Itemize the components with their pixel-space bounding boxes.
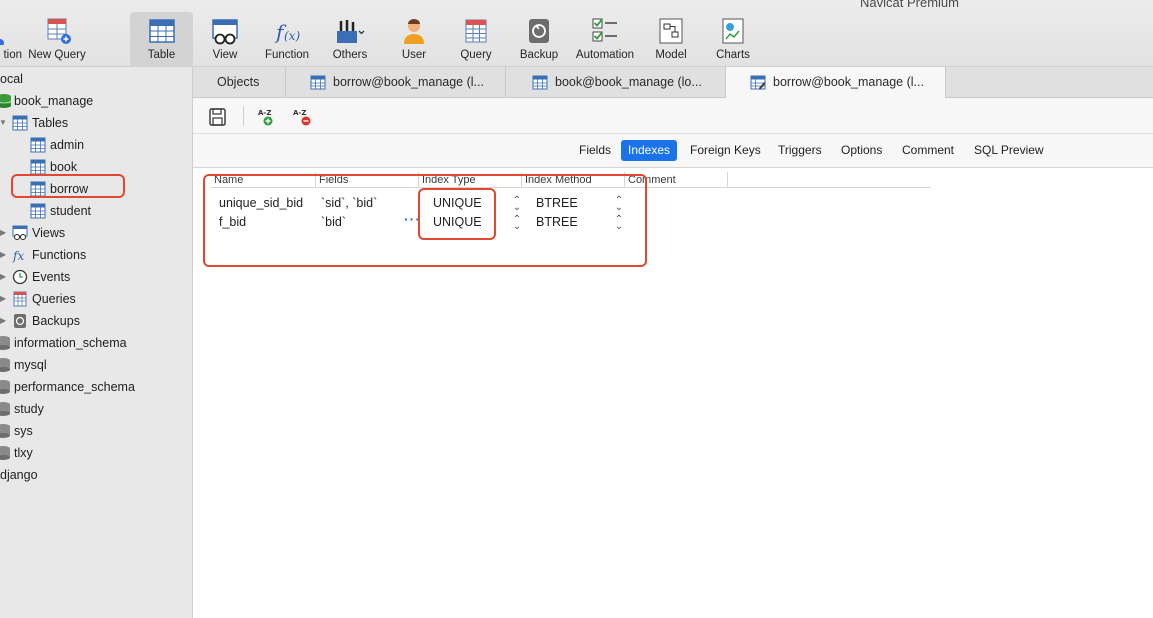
query-icon bbox=[465, 19, 487, 43]
main-toolbar: Navicat Premium tion New Query Table Vie… bbox=[0, 0, 1153, 67]
disclosure-closed-icon[interactable]: ▶ bbox=[0, 244, 6, 266]
svg-text:fx: fx bbox=[12, 249, 24, 263]
toolbar-connection-button[interactable]: tion bbox=[0, 12, 22, 67]
database-icon bbox=[0, 446, 10, 460]
highlight-index-type bbox=[418, 188, 496, 240]
function-icon: fx bbox=[12, 249, 24, 263]
svg-text:A-Z: A-Z bbox=[293, 109, 306, 117]
tables-folder-icon bbox=[12, 115, 28, 131]
table-icon bbox=[148, 19, 175, 43]
database-icon bbox=[0, 424, 10, 438]
window-title: Navicat Premium bbox=[860, 0, 959, 10]
disclosure-closed-icon[interactable]: ▶ bbox=[0, 266, 6, 288]
indexes-grid: Name Fields Index Type Index Method Comm… bbox=[193, 168, 1153, 618]
database-icon bbox=[0, 336, 10, 350]
svg-text:(x): (x) bbox=[284, 29, 300, 43]
function-icon: f (x) bbox=[274, 20, 300, 44]
new-query-icon bbox=[47, 18, 71, 44]
view-icon bbox=[212, 19, 238, 45]
svg-text:A-Z: A-Z bbox=[258, 109, 271, 117]
toolbar-charts-button[interactable]: Charts bbox=[705, 12, 761, 67]
toolbar-query-button[interactable]: Query bbox=[448, 12, 504, 67]
highlight-borrow-table bbox=[11, 174, 125, 198]
subtab-indexes[interactable]: Indexes bbox=[621, 140, 678, 161]
toolbar-others-button[interactable]: Others bbox=[322, 12, 378, 67]
tab-bar: Objects borrow@book_manage (l... book@bo… bbox=[193, 67, 1153, 99]
design-toolbar: A-Z A-Z bbox=[193, 98, 1153, 134]
disclosure-open-icon[interactable]: ▼ bbox=[0, 112, 7, 134]
table-icon bbox=[532, 75, 548, 90]
user-icon bbox=[404, 19, 424, 44]
table-icon bbox=[30, 203, 46, 219]
charts-icon bbox=[722, 18, 744, 44]
sidebar-item-book-manage[interactable]: book_manage bbox=[0, 90, 193, 112]
toolbar-model-button[interactable]: Model bbox=[643, 12, 699, 67]
query-icon bbox=[13, 291, 27, 307]
database-icon bbox=[0, 358, 10, 372]
subtab-fields[interactable]: Fields bbox=[572, 140, 618, 161]
delete-index-icon[interactable]: A-Z bbox=[292, 107, 314, 127]
toolbar-backup-button[interactable]: Backup bbox=[511, 12, 567, 67]
save-icon[interactable] bbox=[207, 107, 229, 127]
disclosure-closed-icon[interactable]: ▶ bbox=[0, 310, 6, 332]
toolbar-automation-button[interactable]: Automation bbox=[572, 12, 638, 67]
automation-icon bbox=[592, 18, 617, 42]
column-header-empty bbox=[727, 172, 927, 188]
connection-icon bbox=[0, 39, 4, 45]
views-folder-icon bbox=[12, 225, 28, 240]
database-icon bbox=[0, 402, 10, 416]
designer-subtabs: Fields Indexes Foreign Keys Triggers Opt… bbox=[193, 134, 1153, 168]
subtab-comment[interactable]: Comment bbox=[895, 140, 961, 161]
toolbar-table-button[interactable]: Table bbox=[130, 12, 193, 67]
subtab-options[interactable]: Options bbox=[834, 140, 889, 161]
toolbar-user-button[interactable]: User bbox=[386, 12, 442, 67]
connection-tree-sidebar: ocal book_manage ▼ Tables admin book bor… bbox=[0, 67, 193, 618]
toolbar-function-button[interactable]: f (x) Function bbox=[259, 12, 315, 67]
tab-borrow-design[interactable]: borrow@book_manage (l... bbox=[726, 67, 946, 99]
toolbar-divider bbox=[243, 106, 244, 126]
subtab-sql-preview[interactable]: SQL Preview bbox=[967, 140, 1051, 161]
database-green-icon bbox=[0, 94, 12, 108]
tab-book[interactable]: book@book_manage (lo... bbox=[506, 67, 726, 98]
clock-icon bbox=[12, 269, 28, 285]
subtab-foreign-keys[interactable]: Foreign Keys bbox=[683, 140, 768, 161]
tab-borrow-1[interactable]: borrow@book_manage (l... bbox=[286, 67, 506, 98]
backup-icon bbox=[529, 19, 549, 43]
tab-objects[interactable]: Objects bbox=[193, 67, 286, 98]
table-icon bbox=[30, 159, 46, 175]
add-index-icon[interactable]: A-Z bbox=[257, 107, 279, 127]
backup-icon bbox=[14, 314, 26, 328]
table-icon bbox=[30, 137, 46, 153]
disclosure-closed-icon[interactable]: ▶ bbox=[0, 288, 6, 310]
disclosure-closed-icon[interactable]: ▶ bbox=[0, 222, 6, 244]
subtab-triggers[interactable]: Triggers bbox=[771, 140, 829, 161]
table-icon bbox=[310, 75, 326, 90]
database-icon bbox=[0, 380, 10, 394]
others-icon bbox=[337, 20, 365, 43]
toolbar-new-query-button[interactable]: New Query bbox=[25, 12, 89, 67]
table-design-icon bbox=[750, 75, 766, 90]
model-icon bbox=[659, 18, 683, 44]
toolbar-view-button[interactable]: View bbox=[197, 12, 253, 67]
